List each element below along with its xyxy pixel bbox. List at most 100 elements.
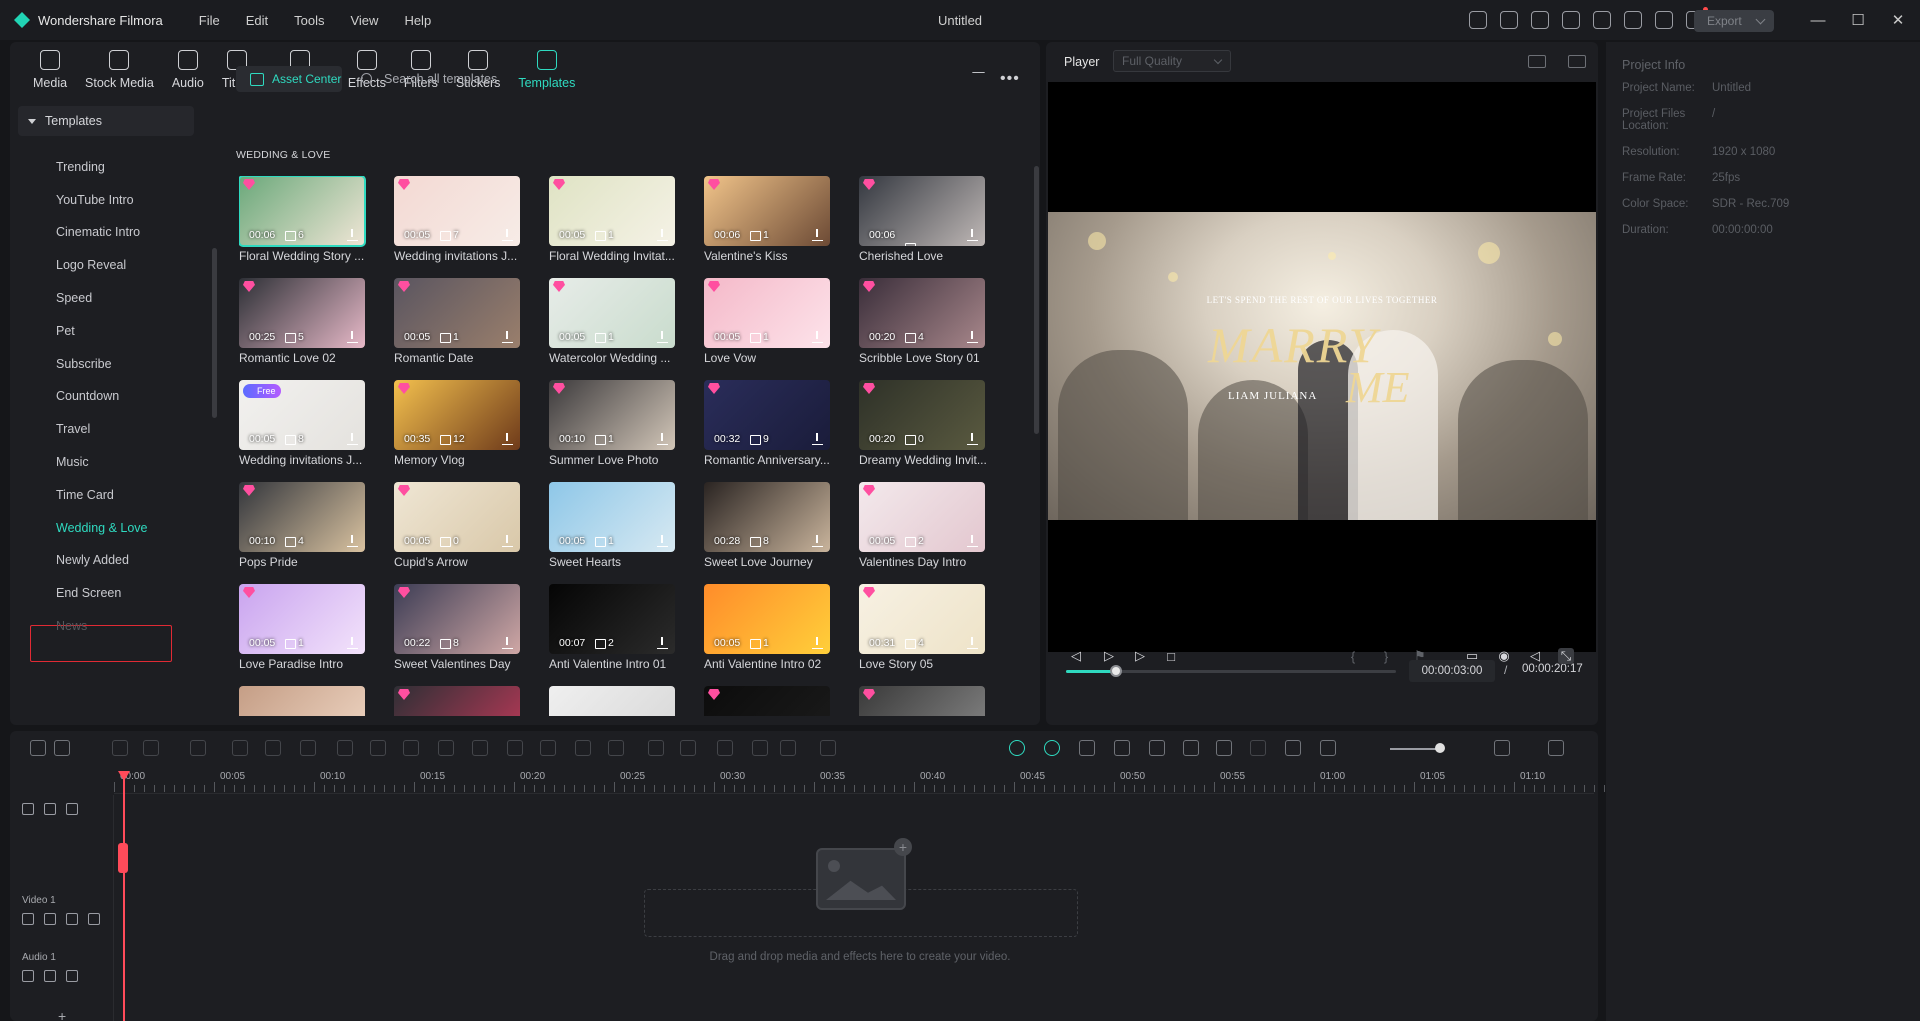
template-thumbnail[interactable]: 00:07 2: [549, 584, 675, 654]
sidebar-item-countdown[interactable]: Countdown: [56, 389, 119, 403]
download-icon[interactable]: [812, 535, 823, 547]
playhead-handle[interactable]: [118, 843, 128, 873]
download-icon[interactable]: [812, 331, 823, 343]
render-icon[interactable]: [1079, 740, 1095, 756]
link-icon[interactable]: [44, 803, 56, 815]
template-card[interactable]: 00:35 12 Memory Vlog: [394, 380, 520, 467]
sidebar-scrollbar[interactable]: [212, 248, 217, 418]
template-card[interactable]: Free 00:05 8 Wedding invitations J...: [239, 380, 365, 467]
template-thumbnail[interactable]: 00:05 1: [549, 176, 675, 246]
download-icon[interactable]: [347, 535, 358, 547]
template-card[interactable]: 00:31 4 Love Story 05: [859, 584, 985, 671]
download-icon[interactable]: [502, 535, 513, 547]
template-card[interactable]: 00:20 4 Scribble Love Story 01: [859, 278, 985, 365]
eye-icon[interactable]: [66, 913, 78, 925]
crop-icon[interactable]: [265, 740, 281, 756]
template-thumbnail[interactable]: 00:20 4: [859, 278, 985, 348]
quality-dropdown[interactable]: Full Quality: [1113, 50, 1231, 72]
layout-icon[interactable]: [1562, 11, 1580, 29]
template-card[interactable]: [859, 686, 985, 716]
template-thumbnail[interactable]: 00:25 5: [239, 278, 365, 348]
download-icon[interactable]: [657, 331, 668, 343]
template-thumbnail[interactable]: Free 00:05 8: [239, 380, 365, 450]
template-card[interactable]: 00:05 1 Watercolor Wedding ...: [549, 278, 675, 365]
download-icon[interactable]: [347, 331, 358, 343]
download-icon[interactable]: [502, 637, 513, 649]
scrubber-handle[interactable]: [1109, 665, 1122, 677]
template-card[interactable]: 00:22 8 Sweet Valentines Day: [394, 584, 520, 671]
menu-help[interactable]: Help: [404, 13, 431, 28]
tab-media[interactable]: Media: [24, 42, 76, 98]
scene-icon[interactable]: [1114, 740, 1130, 756]
lock-icon[interactable]: [22, 913, 34, 925]
playback-scrubber[interactable]: [1066, 665, 1396, 677]
sidebar-item-travel[interactable]: Travel: [56, 422, 90, 436]
mark-out-icon[interactable]: }: [1378, 648, 1394, 664]
menu-file[interactable]: File: [199, 13, 220, 28]
download-icon[interactable]: [967, 229, 978, 241]
cloud-upload-icon[interactable]: [1624, 11, 1642, 29]
zoom-in-icon[interactable]: [1494, 740, 1510, 756]
shape-icon[interactable]: [370, 740, 386, 756]
mute-icon[interactable]: [44, 913, 56, 925]
speech-icon[interactable]: [648, 740, 664, 756]
download-icon[interactable]: [502, 331, 513, 343]
template-card[interactable]: 00:06 Cherished Love: [859, 176, 985, 263]
sidebar-item-trending[interactable]: Trending: [56, 160, 105, 174]
template-thumbnail[interactable]: 00:05 7: [394, 176, 520, 246]
template-card[interactable]: 00:32 9 Romantic Anniversary...: [704, 380, 830, 467]
search-input[interactable]: [384, 68, 684, 90]
template-thumbnail[interactable]: [549, 686, 675, 716]
play-icon[interactable]: ▷: [1132, 648, 1148, 664]
pip-icon[interactable]: [1250, 740, 1266, 756]
undo-icon[interactable]: [112, 740, 128, 756]
menu-tools[interactable]: Tools: [294, 13, 324, 28]
mute-icon[interactable]: [44, 970, 56, 982]
close-icon[interactable]: ✕: [1878, 0, 1918, 40]
download-icon[interactable]: [812, 433, 823, 445]
template-thumbnail[interactable]: 00:05 1: [704, 278, 830, 348]
sidebar-item-cinematic-intro[interactable]: Cinematic Intro: [56, 225, 140, 239]
audio-edit-icon[interactable]: [300, 740, 316, 756]
template-thumbnail[interactable]: 00:10 4: [239, 482, 365, 552]
menu-edit[interactable]: Edit: [246, 13, 268, 28]
speed-icon[interactable]: [403, 740, 419, 756]
fit-icon[interactable]: [1285, 740, 1301, 756]
template-card[interactable]: 00:05 1 Sweet Hearts: [549, 482, 675, 569]
tab-stock-media[interactable]: Stock Media: [76, 42, 163, 98]
scope-icon[interactable]: [1568, 55, 1586, 68]
download-icon[interactable]: [812, 637, 823, 649]
layout-grid-icon[interactable]: [1548, 740, 1564, 756]
template-card[interactable]: 00:10 1 Summer Love Photo: [549, 380, 675, 467]
lock-icon[interactable]: [22, 970, 34, 982]
display-icon[interactable]: ▭: [1464, 648, 1480, 664]
template-thumbnail[interactable]: 00:22 8: [394, 584, 520, 654]
download-icon[interactable]: [967, 433, 978, 445]
ai-icon[interactable]: [575, 740, 591, 756]
prev-frame-icon[interactable]: ◁: [1068, 648, 1084, 664]
download-icon[interactable]: [657, 229, 668, 241]
sidebar-item-music[interactable]: Music: [56, 455, 89, 469]
tab-audio[interactable]: Audio: [163, 42, 213, 98]
sidebar-item-newly-added[interactable]: Newly Added: [56, 553, 129, 567]
add-media-icon[interactable]: +: [894, 838, 912, 856]
template-icon[interactable]: [1531, 11, 1549, 29]
template-card[interactable]: 00:05 1 Floral Wedding Invitat...: [549, 176, 675, 263]
download-icon[interactable]: [967, 331, 978, 343]
template-thumbnail[interactable]: 00:20 0: [859, 380, 985, 450]
download-icon[interactable]: [347, 637, 358, 649]
mic-icon[interactable]: [1183, 740, 1199, 756]
template-card[interactable]: [394, 686, 520, 716]
template-thumbnail[interactable]: 00:35 12: [394, 380, 520, 450]
template-thumbnail[interactable]: 00:32 9: [704, 380, 830, 450]
select-tool-icon[interactable]: [54, 740, 70, 756]
filter-icon[interactable]: [972, 72, 985, 85]
keyframe-icon[interactable]: [717, 740, 733, 756]
sidebar-item-logo-reveal[interactable]: Logo Reveal: [56, 258, 126, 272]
download-icon[interactable]: [967, 535, 978, 547]
download-icon[interactable]: [967, 637, 978, 649]
duration-icon[interactable]: [507, 740, 523, 756]
redo-icon[interactable]: [143, 740, 159, 756]
templates-tree-header[interactable]: Templates: [18, 106, 194, 136]
download-icon[interactable]: [347, 433, 358, 445]
